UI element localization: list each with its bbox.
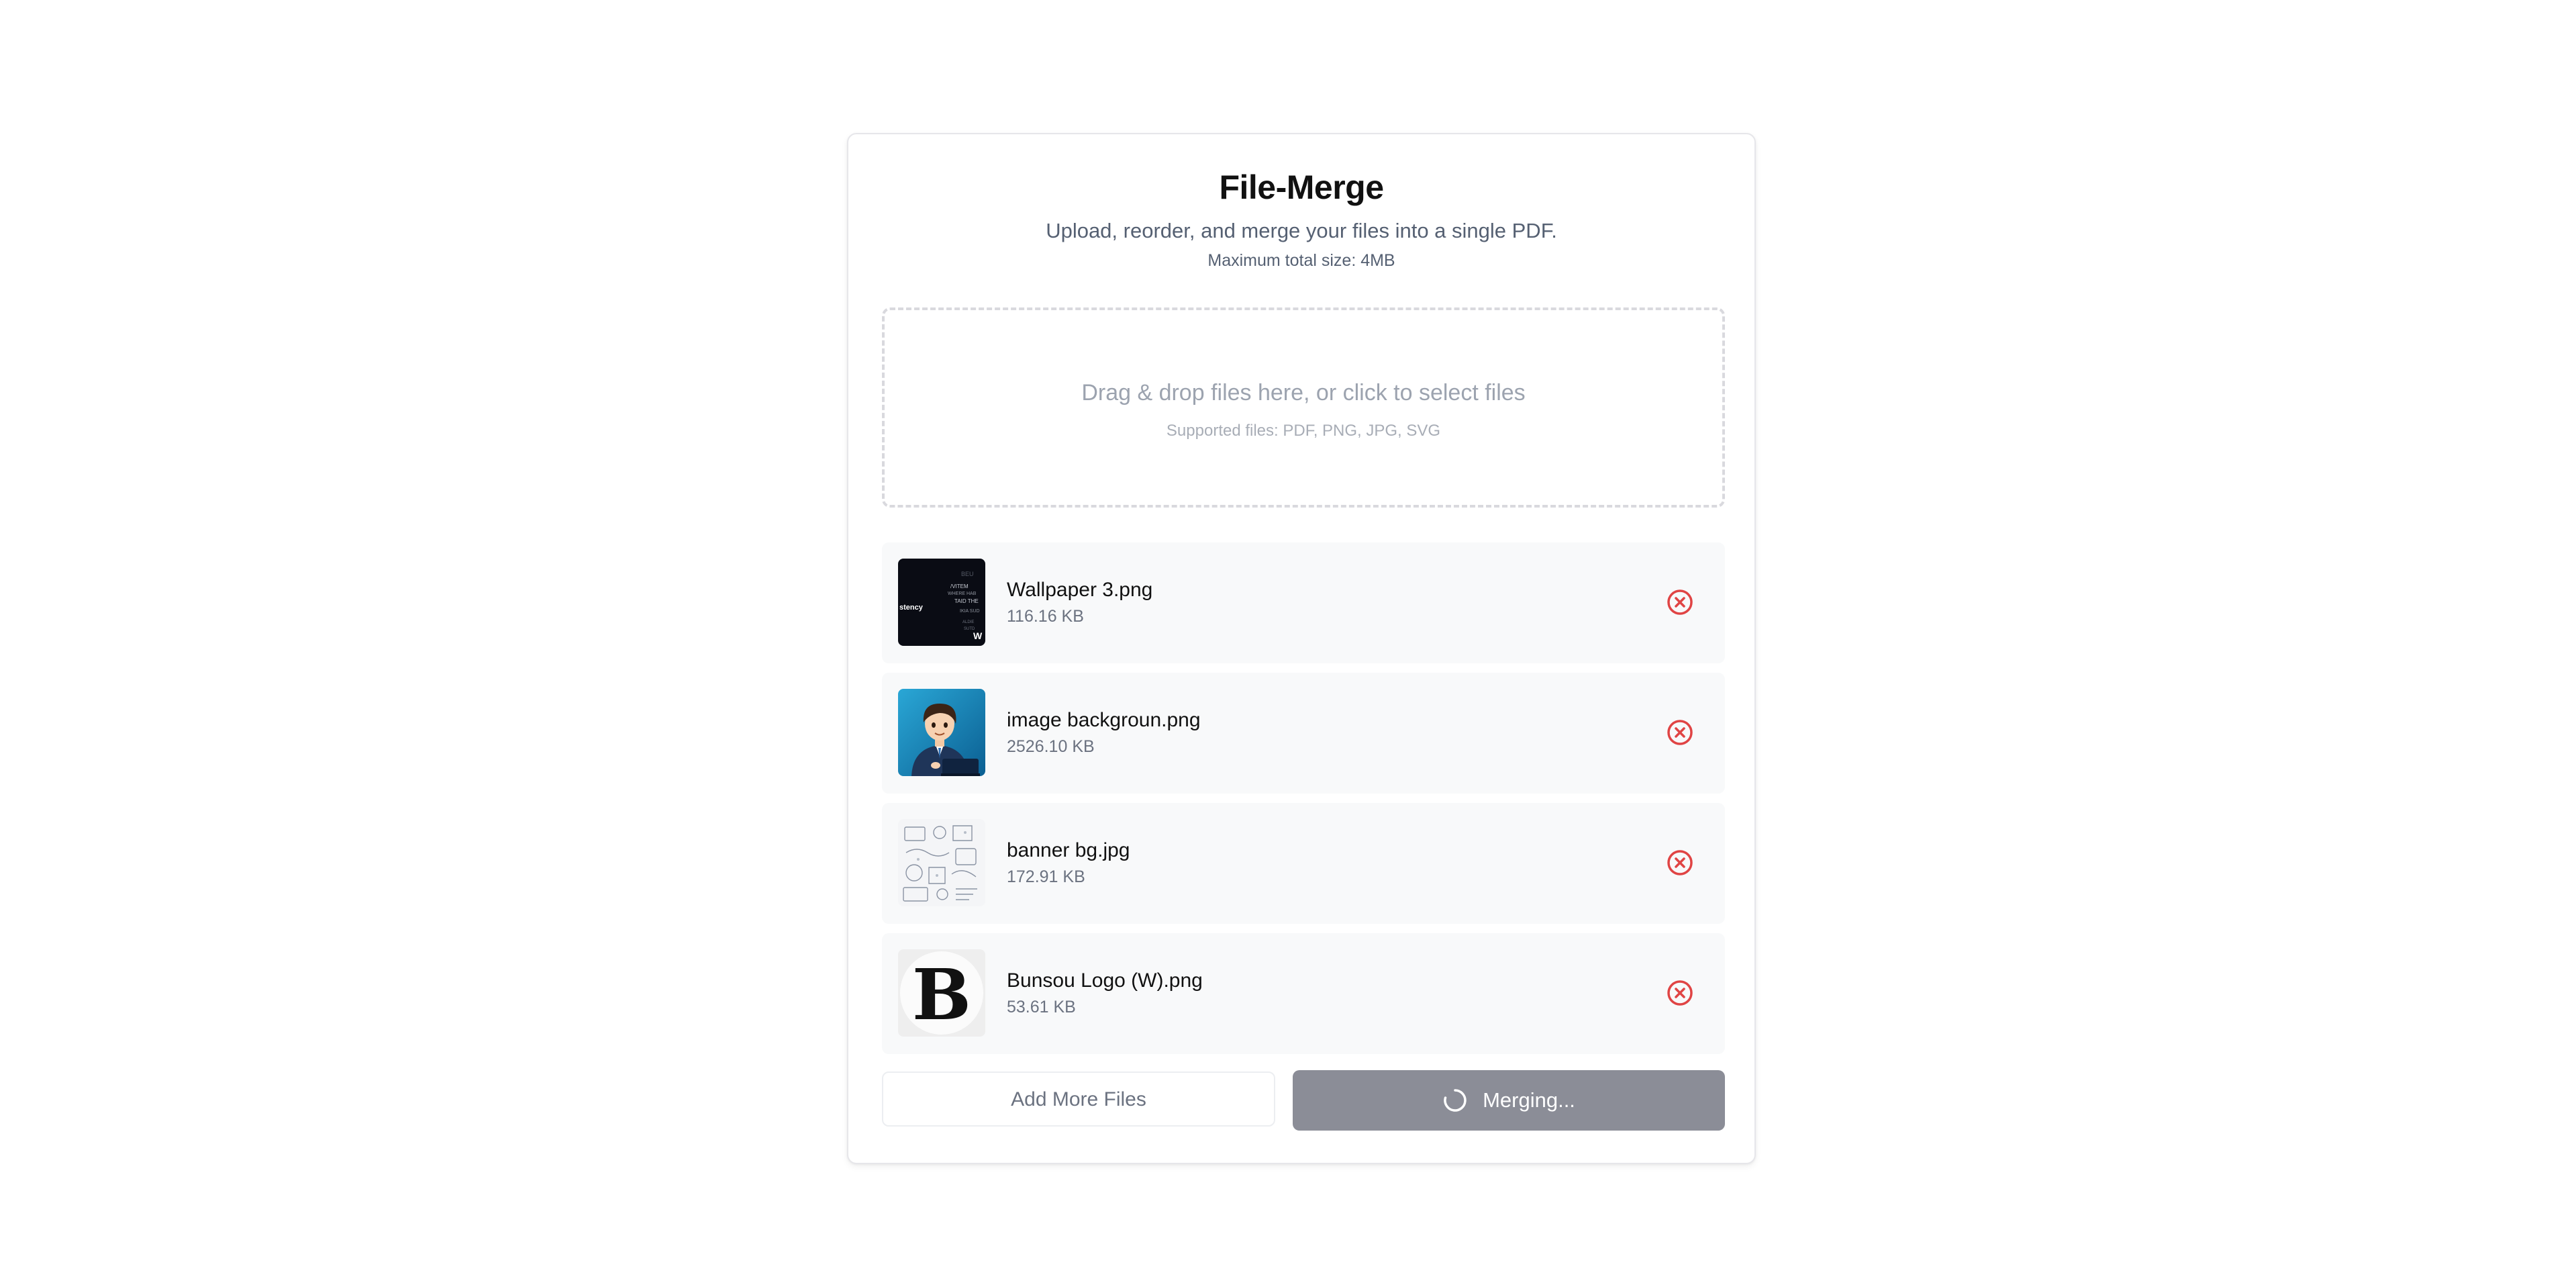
remove-file-button[interactable] <box>1665 847 1695 878</box>
file-list-item[interactable]: image backgroun.png 2526.10 KB <box>882 673 1725 794</box>
b-logo-thumbnail: B <box>898 949 985 1037</box>
svg-text:BEU: BEU <box>961 571 974 577</box>
file-list-item[interactable]: B Bunsou Logo (W).png 53.61 KB <box>882 933 1725 1054</box>
remove-file-button[interactable] <box>1665 717 1695 748</box>
file-size: 2526.10 KB <box>1007 737 1095 756</box>
svg-text:/VITEM: /VITEM <box>950 583 969 589</box>
page-title: File-Merge <box>1219 169 1384 206</box>
x-circle-icon <box>1667 980 1693 1006</box>
file-merge-card: File-Merge Upload, reorder, and merge yo… <box>847 133 1756 1164</box>
x-circle-icon <box>1667 720 1693 745</box>
file-size: 116.16 KB <box>1007 607 1084 626</box>
svg-text:W: W <box>973 630 983 641</box>
x-circle-icon <box>1667 850 1693 875</box>
file-name: image backgroun.png <box>1007 709 1201 731</box>
svg-text:TAID THE: TAID THE <box>954 598 979 604</box>
doodle-sketch-thumbnail <box>898 819 985 906</box>
file-name: Wallpaper 3.png <box>1007 579 1153 601</box>
add-more-files-button[interactable]: Add More Files <box>882 1072 1275 1127</box>
merge-button[interactable]: Merging... <box>1293 1070 1725 1131</box>
svg-text:IKIA SUD: IKIA SUD <box>960 609 980 614</box>
file-name: Bunsou Logo (W).png <box>1007 969 1203 992</box>
spinner-icon <box>1442 1088 1468 1113</box>
cartoon-man-laptop-thumbnail <box>898 689 985 776</box>
svg-text:B: B <box>912 953 971 1036</box>
file-name: banner bg.jpg <box>1007 839 1130 861</box>
file-list-item[interactable]: banner bg.jpg 172.91 KB <box>882 803 1725 924</box>
file-size: 53.61 KB <box>1007 998 1076 1016</box>
file-list-item[interactable]: stency BEU /VITEM WHERE HAB TAID THE IKI… <box>882 542 1725 663</box>
supported-file-types: Supported files: PDF, PNG, JPG, SVG <box>1166 422 1441 440</box>
svg-text:WHERE HAB: WHERE HAB <box>948 591 977 596</box>
svg-text:stency: stency <box>899 604 924 612</box>
dark-wallpaper-thumbnail: stency BEU /VITEM WHERE HAB TAID THE IKI… <box>898 559 985 646</box>
svg-text:ALDIE: ALDIE <box>962 620 974 624</box>
file-dropzone[interactable]: Drag & drop files here, or click to sele… <box>882 307 1725 508</box>
dropzone-instructions: Drag & drop files here, or click to sele… <box>1081 380 1526 406</box>
x-circle-icon <box>1667 589 1693 615</box>
remove-file-button[interactable] <box>1665 978 1695 1008</box>
remove-file-button[interactable] <box>1665 587 1695 618</box>
file-size: 172.91 KB <box>1007 867 1085 886</box>
page-subtitle: Upload, reorder, and merge your files in… <box>1046 219 1557 242</box>
merge-button-label: Merging... <box>1483 1088 1575 1112</box>
max-size-note: Maximum total size: 4MB <box>1207 251 1395 270</box>
